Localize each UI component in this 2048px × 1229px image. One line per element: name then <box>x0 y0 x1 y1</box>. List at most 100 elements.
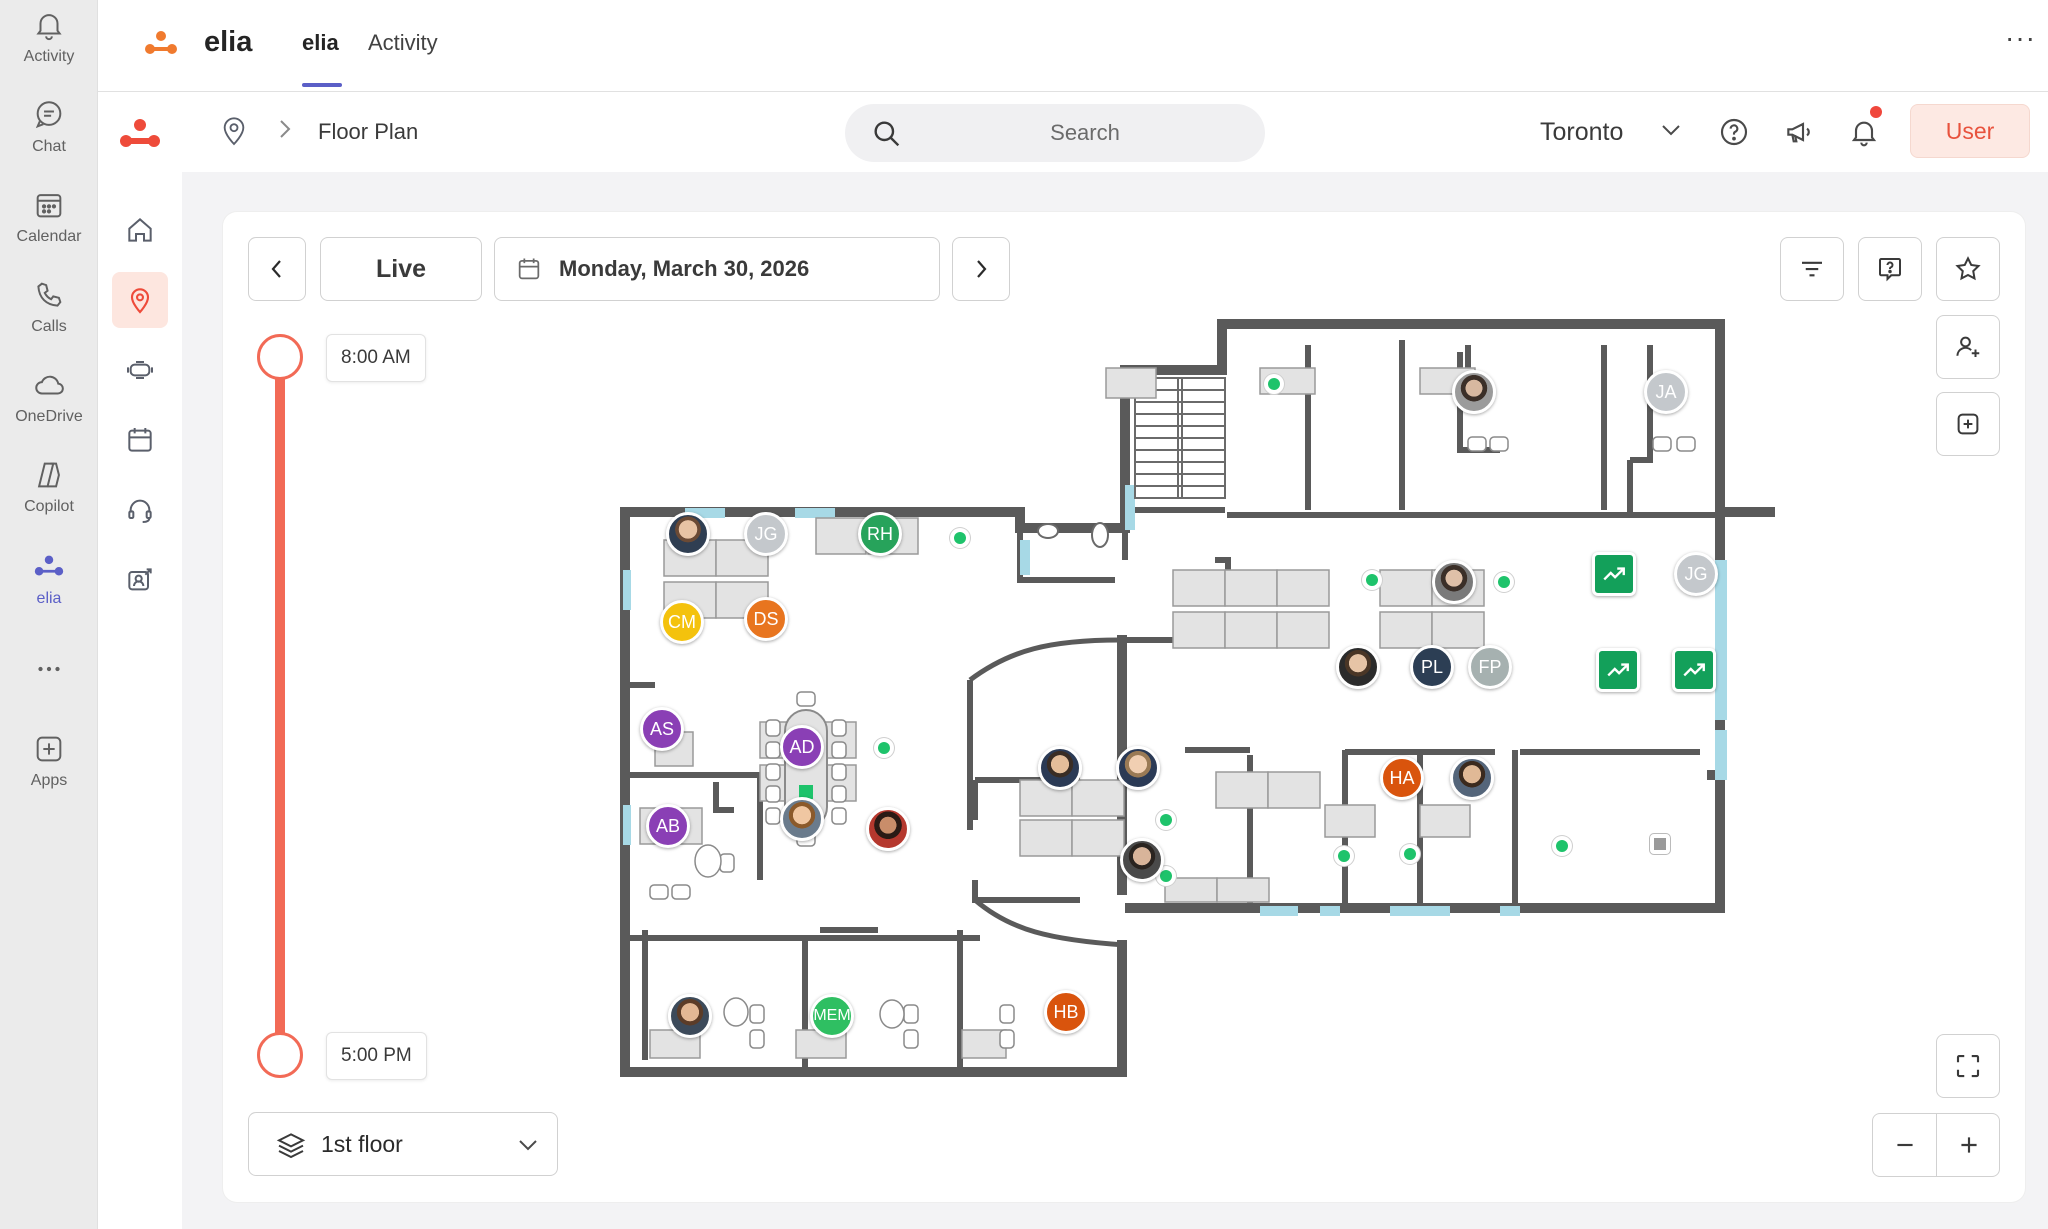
occupant-photo-avatar[interactable] <box>1038 746 1082 790</box>
occupant-photo-avatar[interactable] <box>866 807 910 851</box>
app-header: elia elia Activity ··· <box>98 0 2048 92</box>
rail-calls[interactable]: Calls <box>0 278 98 358</box>
available-desk-marker[interactable] <box>950 528 970 548</box>
occupant-avatar[interactable]: AS <box>640 707 684 751</box>
nav-visitors[interactable] <box>112 552 168 608</box>
home-icon <box>128 218 152 242</box>
next-day-button[interactable] <box>952 237 1010 301</box>
previous-day-button[interactable] <box>248 237 306 301</box>
help-button[interactable] <box>1712 110 1756 154</box>
floor-selector[interactable]: 1st floor <box>248 1112 558 1176</box>
occupant-photo-avatar[interactable] <box>1450 756 1494 800</box>
nav-rooms[interactable] <box>112 342 168 398</box>
end-time-handle[interactable] <box>257 1032 303 1078</box>
search-input[interactable] <box>935 104 1235 162</box>
search-box[interactable] <box>845 104 1265 162</box>
occupant-avatar[interactable]: CM <box>660 600 704 644</box>
chevron-down-icon[interactable] <box>1660 122 1682 138</box>
nav-floor-plan[interactable] <box>112 272 168 328</box>
rail-label: Chat <box>32 138 66 155</box>
filter-button[interactable] <box>1780 237 1844 301</box>
rail-chat[interactable]: Chat <box>0 98 98 178</box>
megaphone-icon <box>1787 122 1810 143</box>
add-person-icon <box>1956 336 1980 357</box>
rail-apps[interactable]: Apps <box>0 732 98 812</box>
occupant-photo-avatar[interactable] <box>668 994 712 1038</box>
available-desk-marker[interactable] <box>1334 846 1354 866</box>
occupant-avatar[interactable]: RH <box>858 512 902 556</box>
occupant-avatar[interactable]: JG <box>744 512 788 556</box>
rail-activity[interactable]: Activity <box>0 8 98 88</box>
notification-badge <box>1870 106 1882 118</box>
occupant-photo-avatar[interactable] <box>1452 370 1496 414</box>
add-app-icon <box>36 736 62 762</box>
user-button[interactable]: User <box>1910 104 2030 158</box>
live-button[interactable]: Live <box>320 237 482 301</box>
nav-home[interactable] <box>112 202 168 258</box>
plus-icon <box>1961 1137 1977 1153</box>
favorite-button[interactable] <box>1936 237 2000 301</box>
occupant-photo-avatar[interactable] <box>780 797 824 841</box>
trending-desk-marker[interactable] <box>1672 648 1716 692</box>
occupant-photo-avatar[interactable] <box>1116 746 1160 790</box>
occupant-avatar[interactable]: FP <box>1468 645 1512 689</box>
zoom-out-button[interactable] <box>1873 1114 1937 1176</box>
zoom-controls <box>1872 1113 2000 1177</box>
available-desk-marker[interactable] <box>1552 836 1572 856</box>
more-options-button[interactable]: ··· <box>2005 22 2036 54</box>
trending-desk-marker[interactable] <box>1596 648 1640 692</box>
announcements-button[interactable] <box>1777 110 1821 154</box>
start-time-label: 8:00 AM <box>326 334 426 382</box>
floor-plan-canvas[interactable]: JG RH CM DS AS AD AB MEM HB JA PL FP JG … <box>620 310 1780 1100</box>
available-desk-marker[interactable] <box>1362 570 1382 590</box>
date-picker-button[interactable]: Monday, March 30, 2026 <box>494 237 940 301</box>
zoom-in-button[interactable] <box>1937 1114 2001 1176</box>
city-selector[interactable]: Toronto <box>1540 118 1623 147</box>
unavailable-desk-marker[interactable] <box>1650 834 1670 854</box>
occupant-avatar[interactable]: AB <box>646 804 690 848</box>
occupant-avatar[interactable]: MEM <box>810 994 854 1038</box>
time-range-track[interactable] <box>275 355 285 1055</box>
occupant-avatar[interactable]: PL <box>1410 645 1454 689</box>
occupant-photo-avatar[interactable] <box>1336 645 1380 689</box>
rail-label: Apps <box>30 772 68 789</box>
rail-calendar[interactable]: Calendar <box>0 188 98 268</box>
occupant-avatar[interactable]: DS <box>744 597 788 641</box>
occupant-photo-avatar[interactable] <box>1120 838 1164 882</box>
nav-calendar[interactable] <box>112 412 168 468</box>
more-icon <box>38 666 60 672</box>
tab-elia[interactable]: elia <box>302 30 339 56</box>
occupant-avatar[interactable]: AD <box>780 725 824 769</box>
calendar-icon <box>518 258 540 280</box>
add-square-icon <box>1957 413 1979 435</box>
occupant-avatar[interactable]: HA <box>1380 756 1424 800</box>
available-desk-marker[interactable] <box>1400 844 1420 864</box>
occupant-photo-avatar[interactable] <box>666 512 710 556</box>
occupant-avatar[interactable]: JA <box>1644 370 1688 414</box>
trending-up-icon <box>1607 663 1629 677</box>
rail-label: Copilot <box>24 498 74 515</box>
rail-more[interactable] <box>0 652 98 732</box>
tab-activity[interactable]: Activity <box>368 30 438 56</box>
rail-elia[interactable]: elia <box>0 550 98 630</box>
location-pin-icon[interactable] <box>220 112 248 148</box>
layers-icon <box>276 1133 306 1159</box>
start-time-handle[interactable] <box>257 334 303 380</box>
add-desk-button[interactable] <box>1936 392 2000 456</box>
elia-icon <box>34 555 64 576</box>
calendar-icon <box>36 194 62 218</box>
fullscreen-button[interactable] <box>1936 1034 2000 1098</box>
available-desk-marker[interactable] <box>1494 572 1514 592</box>
help-chat-button[interactable] <box>1858 237 1922 301</box>
occupant-photo-avatar[interactable] <box>1432 560 1476 604</box>
available-desk-marker[interactable] <box>874 738 894 758</box>
trending-desk-marker[interactable] <box>1592 552 1636 596</box>
available-desk-marker[interactable] <box>1156 810 1176 830</box>
add-person-button[interactable] <box>1936 315 2000 379</box>
occupant-avatar[interactable]: HB <box>1044 990 1088 1034</box>
nav-support[interactable] <box>112 482 168 538</box>
rail-copilot[interactable]: Copilot <box>0 458 98 538</box>
available-desk-marker[interactable] <box>1264 374 1284 394</box>
occupant-avatar[interactable]: JG <box>1674 552 1718 596</box>
rail-onedrive[interactable]: OneDrive <box>0 368 98 448</box>
